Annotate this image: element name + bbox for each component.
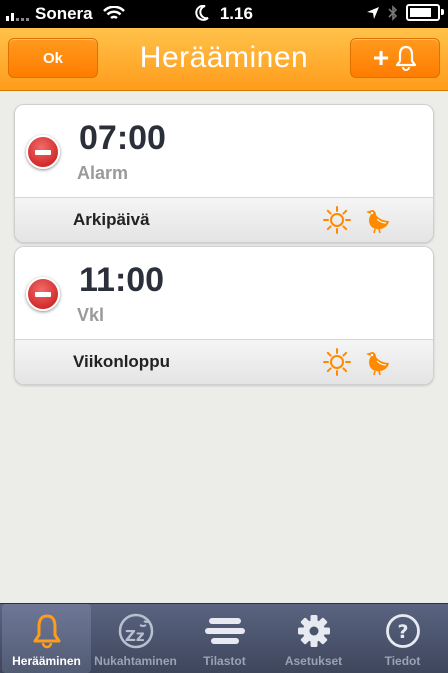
alarm-card-footer: Arkipäivä bbox=[15, 197, 433, 242]
delete-alarm-button[interactable] bbox=[26, 135, 60, 169]
bluetooth-icon bbox=[388, 4, 398, 21]
delete-alarm-button[interactable] bbox=[26, 277, 60, 311]
alarm-name: Alarm bbox=[77, 163, 129, 183]
tab-asetukset[interactable]: Asetukset bbox=[269, 604, 358, 673]
tab-nukahtaminen[interactable]: Zz Nukahtaminen bbox=[91, 604, 180, 673]
tab-label: Herääminen bbox=[12, 654, 81, 668]
svg-text:?: ? bbox=[397, 621, 408, 643]
tab-bar: Herääminen Zz Nukahtaminen Tilastot Aset… bbox=[0, 603, 448, 673]
battery-icon bbox=[406, 4, 444, 21]
moon-icon bbox=[195, 4, 209, 21]
alarm-card[interactable]: 11:00 Vkl Viikonloppu bbox=[14, 246, 434, 385]
tab-heraaminen[interactable]: Herääminen bbox=[2, 604, 91, 673]
alarm-card[interactable]: 07:00 Alarm Arkipäivä bbox=[14, 104, 434, 243]
sleep-zz-icon: Zz bbox=[118, 613, 153, 649]
bird-icon bbox=[366, 352, 389, 376]
bell-icon bbox=[33, 614, 60, 649]
alarm-card-footer: Viikonloppu bbox=[15, 339, 433, 384]
bird-icon bbox=[366, 210, 389, 234]
tab-label: Nukahtaminen bbox=[94, 654, 177, 668]
alarm-name: Vkl bbox=[77, 305, 105, 325]
tab-label: Tilastot bbox=[203, 654, 246, 668]
svg-text:Zz: Zz bbox=[125, 627, 145, 645]
alarm-card-top: 07:00 Alarm bbox=[15, 105, 433, 197]
tab-tilastot[interactable]: Tilastot bbox=[180, 604, 269, 673]
status-right bbox=[366, 4, 444, 21]
bell-icon bbox=[396, 45, 417, 71]
nav-bar: Ok Herääminen + bbox=[0, 28, 448, 91]
plus-icon: + bbox=[372, 42, 390, 73]
status-bar: Sonera 1.16 bbox=[0, 0, 448, 28]
sun-icon bbox=[323, 206, 351, 234]
help-icon: ? bbox=[385, 614, 420, 648]
status-time: 1.16 bbox=[219, 4, 253, 23]
sun-icon bbox=[323, 348, 351, 376]
gear-icon bbox=[297, 615, 330, 647]
location-arrow-icon bbox=[367, 6, 379, 19]
tab-tiedot[interactable]: ? Tiedot bbox=[358, 604, 447, 673]
tab-label: Asetukset bbox=[284, 654, 343, 668]
alarm-days: Viikonloppu bbox=[73, 352, 170, 371]
bars-icon bbox=[204, 618, 245, 644]
alarm-time: 11:00 bbox=[79, 261, 165, 299]
alarm-days: Arkipäivä bbox=[73, 210, 150, 229]
add-alarm-button[interactable]: + bbox=[350, 38, 440, 78]
alarm-time: 07:00 bbox=[79, 119, 166, 157]
alarm-card-top: 11:00 Vkl bbox=[15, 247, 433, 339]
tab-label: Tiedot bbox=[384, 654, 421, 668]
alarm-list: 07:00 Alarm Arkipäivä 11:00 Vkl Viikonlo… bbox=[0, 91, 448, 603]
